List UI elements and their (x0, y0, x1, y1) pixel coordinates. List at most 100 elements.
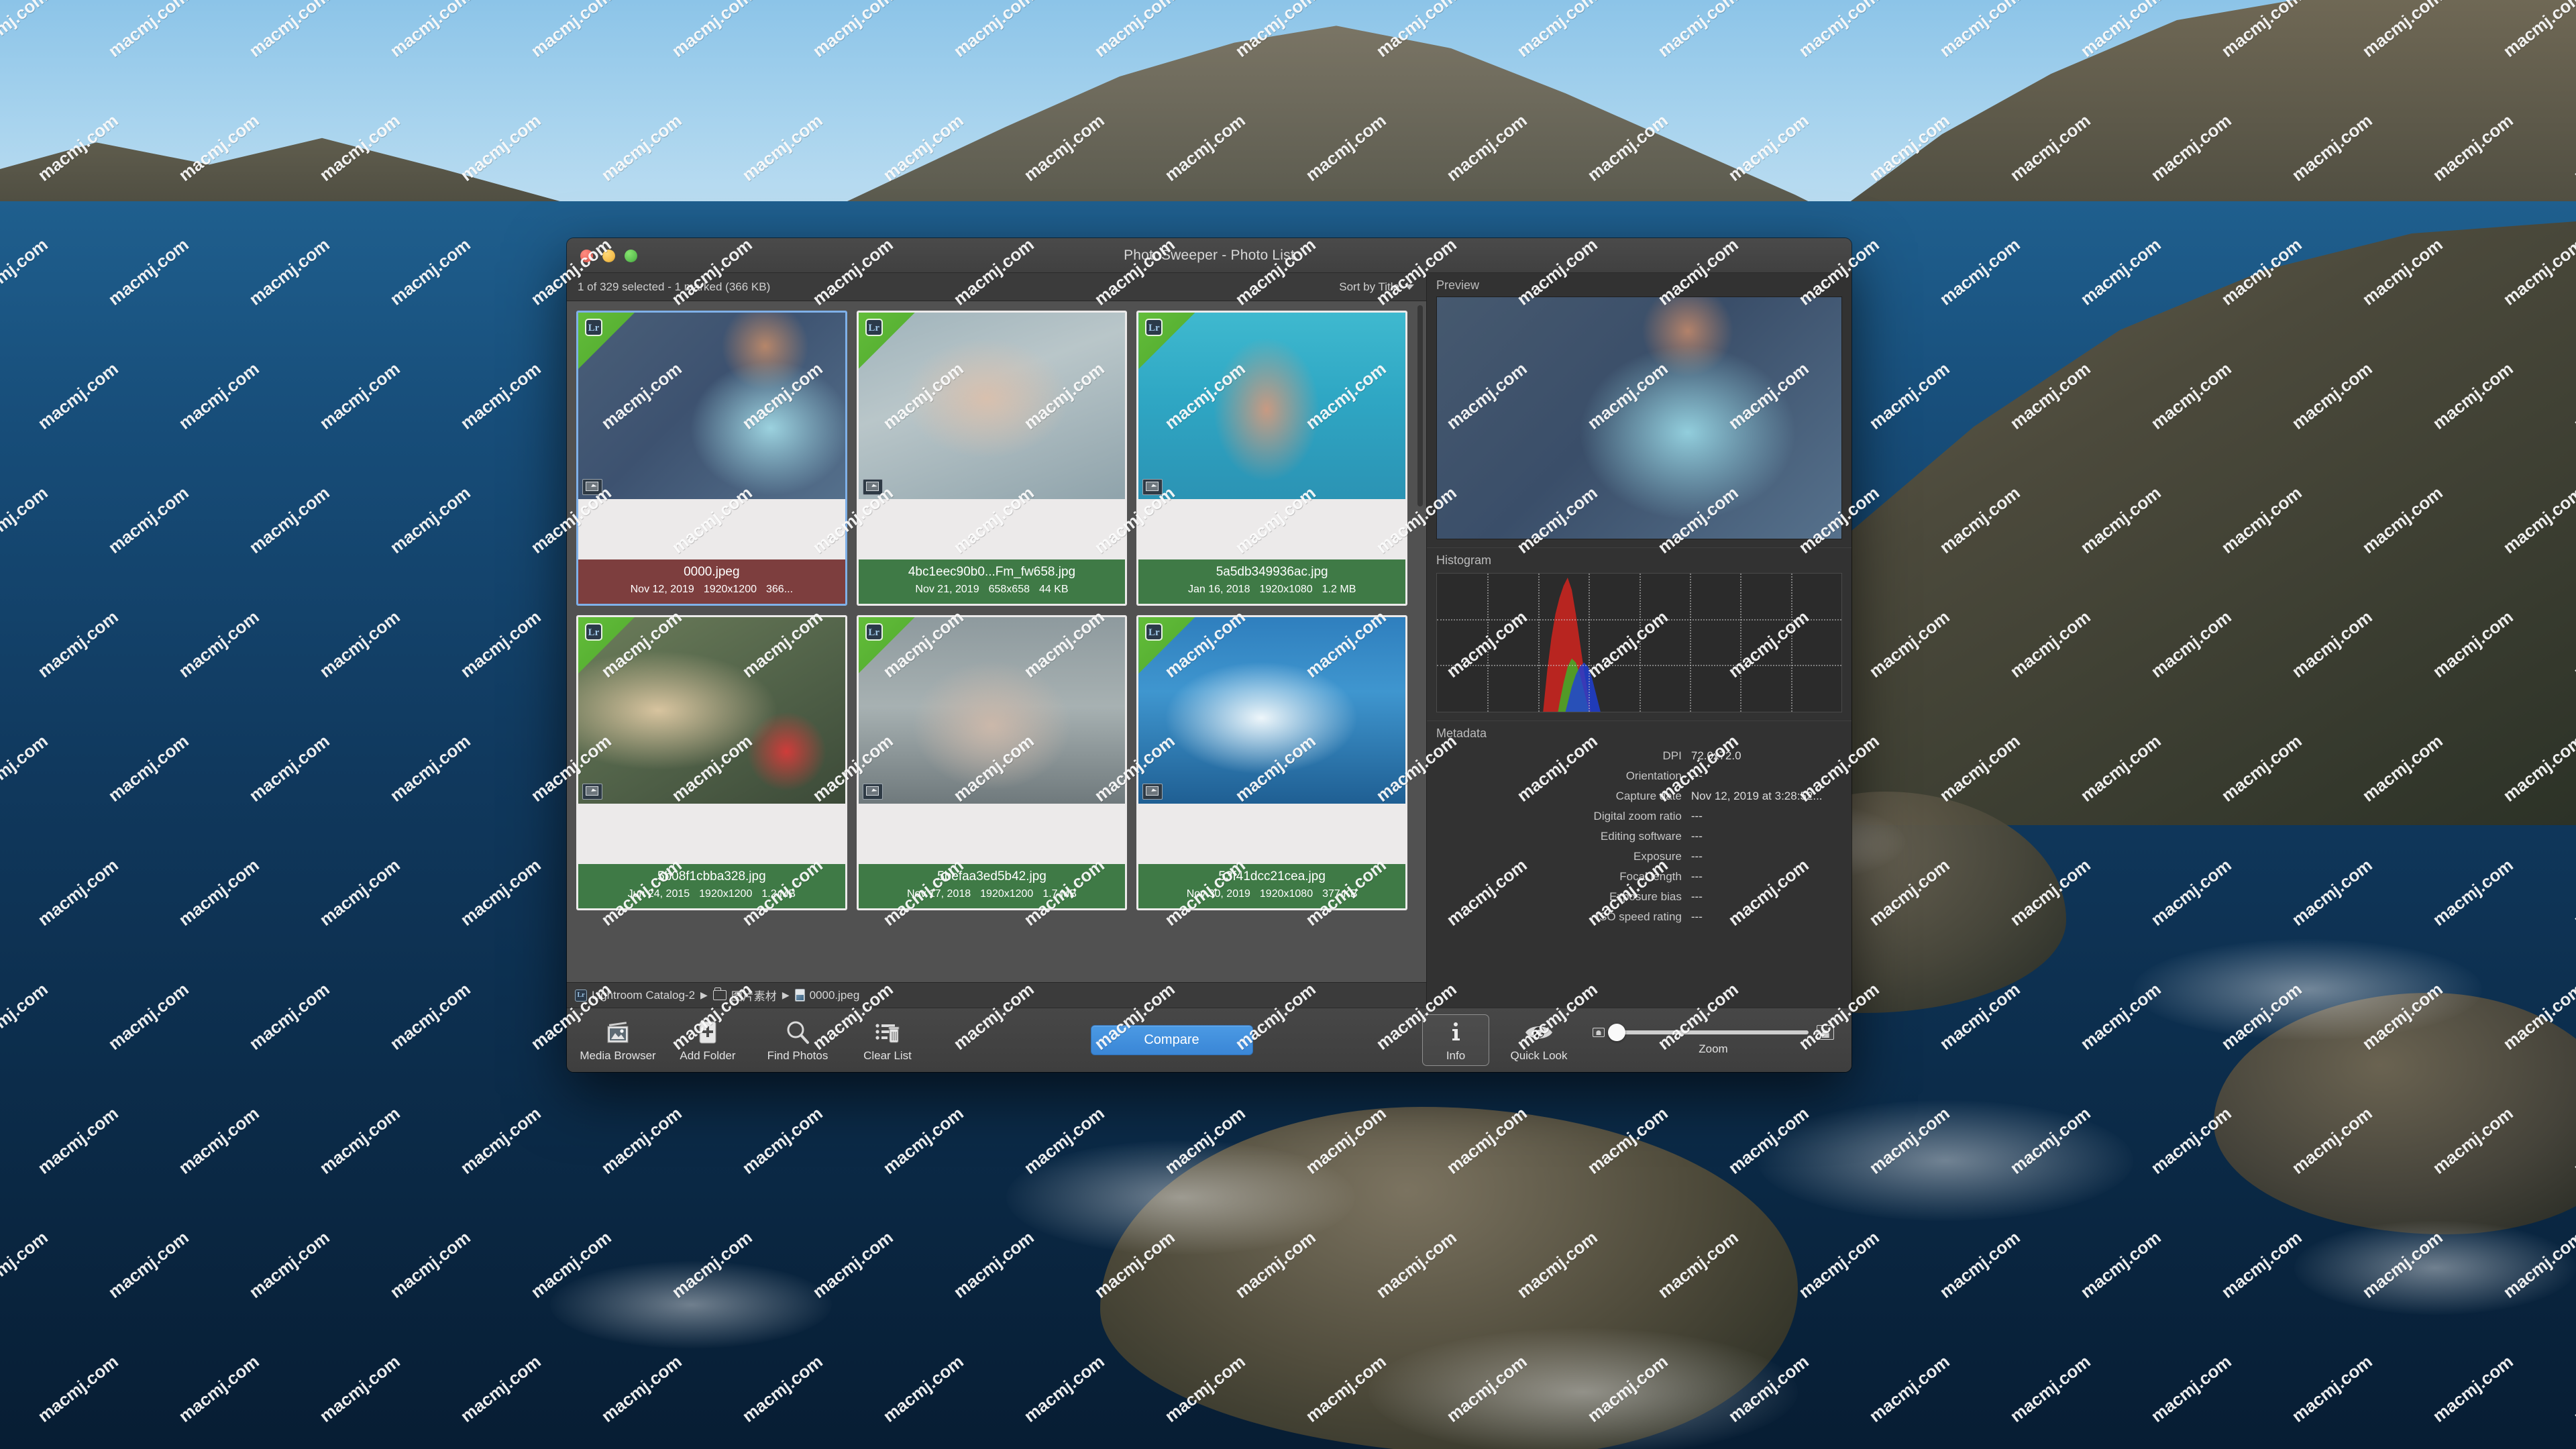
metadata-row: DPI 72.0x72.0 (1436, 746, 1841, 766)
quick-look-button[interactable]: Quick Look (1505, 1018, 1572, 1063)
selection-status: 1 of 329 selected - 1 marked (366 KB) (578, 280, 771, 293)
window-title: PhotoSweeper - Photo List (1124, 248, 1295, 263)
metadata-row: Exposure bias --- (1436, 887, 1841, 907)
photo-card[interactable]: Lr 53f41dcc21cea.jpg Nov 30, 2019 1920x1080… (1136, 615, 1407, 910)
zoom-slider-row[interactable] (1593, 1023, 1834, 1041)
lightroom-badge-icon: Lr (1145, 319, 1163, 336)
wallpaper-foam-patch (1758, 1100, 2133, 1221)
photo-thumbnail[interactable]: Lr (1138, 313, 1405, 499)
photo-grid-scroll[interactable]: Lr 0000.jpeg Nov 12, 2019 1920x1200 366... Lr… (567, 301, 1426, 982)
eye-glyph (1525, 1026, 1552, 1038)
toolbar-button-label: Media Browser (580, 1049, 656, 1062)
photo-card[interactable]: Lr 5befaa3ed5b42.jpg Nov 17, 2018 1920x1200… (856, 615, 1128, 910)
breadcrumb-separator-1: ▶ (700, 989, 708, 1000)
bottom-toolbar: Media Browser Add Folder Find Photos Clear … (567, 1008, 1851, 1072)
breadcrumb-catalog-label: Lightroom Catalog-2 (592, 988, 696, 1002)
selection-badge-icon (862, 784, 883, 800)
photo-card-spacer (578, 804, 845, 864)
breadcrumb-item-folder[interactable]: 图片素材 (712, 987, 777, 1004)
photo-title: 53f41dcc21cea.jpg (1218, 869, 1326, 883)
photo-card[interactable]: Lr 4bc1eec90b0...Fm_fw658.jpg Nov 21, 2019… (856, 311, 1128, 606)
sort-dropdown-label: Sort by Title (1339, 280, 1399, 293)
photo-date: Jan 16, 2018 (1187, 584, 1250, 595)
wallpaper-foam-patch (2294, 1221, 2576, 1315)
toolbar-button-media-browser[interactable]: Media Browser (580, 1018, 656, 1063)
vertical-scrollbar[interactable] (1416, 304, 1424, 979)
metadata-row: ISO speed rating --- (1436, 907, 1841, 927)
zoom-slider-control[interactable]: Zoom (1593, 1023, 1834, 1056)
photo-dimensions: 1920x1200 (980, 888, 1034, 900)
sort-dropdown[interactable]: Sort by Title (1334, 279, 1419, 295)
metadata-row: Capture date Nov 12, 2019 at 3:28:52... (1436, 786, 1841, 806)
lightroom-badge-icon: Lr (585, 623, 602, 641)
preview-section: Preview (1427, 273, 1851, 547)
photo-size: 1.2 MB (761, 888, 796, 900)
window-titlebar[interactable]: PhotoSweeper - Photo List (567, 238, 1851, 273)
selection-badge-icon (862, 479, 883, 495)
metadata-section: Metadata DPI 72.0x72.0 Orientation --- Captu… (1427, 720, 1851, 1008)
histogram-gridline-v (1790, 574, 1792, 712)
zoom-small-icon (1593, 1027, 1605, 1037)
zoom-slider-track[interactable] (1607, 1023, 1809, 1041)
add-folder-icon (696, 1018, 720, 1046)
photo-thumbnail[interactable]: Lr (858, 313, 1126, 499)
lightroom-badge-icon: Lr (865, 319, 883, 336)
photo-title: 5befaa3ed5b42.jpg (937, 869, 1046, 883)
histogram-gridline-v (1740, 574, 1742, 712)
metadata-value: --- (1690, 890, 1703, 903)
metadata-key: Digital zoom ratio (1593, 810, 1682, 822)
media-browser-icon (604, 1018, 632, 1046)
scrollbar-thumb[interactable] (1417, 305, 1423, 506)
breadcrumb-item-file[interactable]: 0000.jpeg (794, 989, 859, 1002)
breadcrumb-folder-label: 图片素材 (731, 990, 777, 1003)
metadata-value: --- (1690, 830, 1703, 843)
photo-thumbnail-image (578, 617, 845, 804)
photo-card[interactable]: Lr 5b08f1cbba328.jpg Jun 24, 2015 1920x1200… (576, 615, 847, 910)
metadata-row: Editing software --- (1436, 826, 1841, 847)
photo-meta: Nov 30, 2019 1920x1080 377 KB (1142, 887, 1401, 902)
metadata-value: 72.0x72.0 (1690, 749, 1741, 762)
photo-date: Nov 17, 2018 (906, 888, 971, 900)
metadata-key: Exposure bias (1609, 890, 1682, 903)
toolbar-button-label: Find Photos (767, 1049, 828, 1062)
metadata-row: Focal length --- (1436, 867, 1841, 887)
compare-button[interactable]: Compare (1090, 1025, 1253, 1055)
photo-card-label: 5befaa3ed5b42.jpg Nov 17, 2018 1920x1200 1.… (858, 864, 1126, 908)
photo-title: 5b08f1cbba328.jpg (657, 869, 766, 883)
histogram-gridline-h (1437, 619, 1841, 621)
photo-card-label: 5a5db349936ac.jpg Jan 16, 2018 1920x1080 1.… (1138, 559, 1405, 604)
photo-thumbnail[interactable]: Lr (1138, 617, 1405, 804)
metadata-key: ISO speed rating (1596, 910, 1682, 923)
histogram-gridline-v (1589, 574, 1591, 712)
preview-image[interactable] (1436, 297, 1842, 539)
photo-card-label: 0000.jpeg Nov 12, 2019 1920x1200 366... (578, 559, 845, 604)
photo-thumbnail-image (1138, 617, 1405, 804)
wallpaper-foam-patch (2133, 939, 2482, 1040)
photo-thumbnail[interactable]: Lr (858, 617, 1126, 804)
wallpaper-foam-patch (550, 1261, 832, 1348)
toolbar-button-add-folder[interactable]: Add Folder (674, 1018, 741, 1063)
photo-thumbnail[interactable]: Lr (578, 313, 845, 499)
metadata-row: Orientation --- (1436, 766, 1841, 786)
metadata-key: Editing software (1600, 830, 1682, 843)
toolbar-button-search[interactable]: Find Photos (764, 1018, 831, 1063)
metadata-key: DPI (1662, 749, 1682, 762)
photo-title: 0000.jpeg (684, 565, 740, 579)
photo-meta: Nov 17, 2018 1920x1200 1.7 MB (863, 887, 1122, 902)
wallpaper-foam-patch (1368, 1328, 1798, 1449)
selection-badge-icon (1142, 479, 1163, 495)
preview-image-content (1437, 297, 1841, 539)
toolbar-button-clear-list[interactable]: Clear List (854, 1018, 921, 1063)
histogram-title: Histogram (1436, 553, 1492, 567)
selection-badge-icon (1142, 784, 1163, 800)
photo-thumbnail[interactable]: Lr (578, 617, 845, 804)
preview-title: Preview (1436, 278, 1480, 292)
photo-meta: Nov 21, 2019 658x658 44 KB (863, 582, 1122, 597)
breadcrumb-item-catalog[interactable]: Lr Lightroom Catalog-2 (575, 989, 695, 1002)
zoom-slider-knob[interactable] (1607, 1023, 1625, 1041)
info-button[interactable]: Info (1422, 1014, 1489, 1066)
selection-badge-icon (582, 479, 602, 495)
photo-card[interactable]: Lr 5a5db349936ac.jpg Jan 16, 2018 1920x1080… (1136, 311, 1407, 606)
photo-date: Nov 21, 2019 (915, 584, 979, 595)
photo-card[interactable]: Lr 0000.jpeg Nov 12, 2019 1920x1200 366... (576, 311, 847, 606)
